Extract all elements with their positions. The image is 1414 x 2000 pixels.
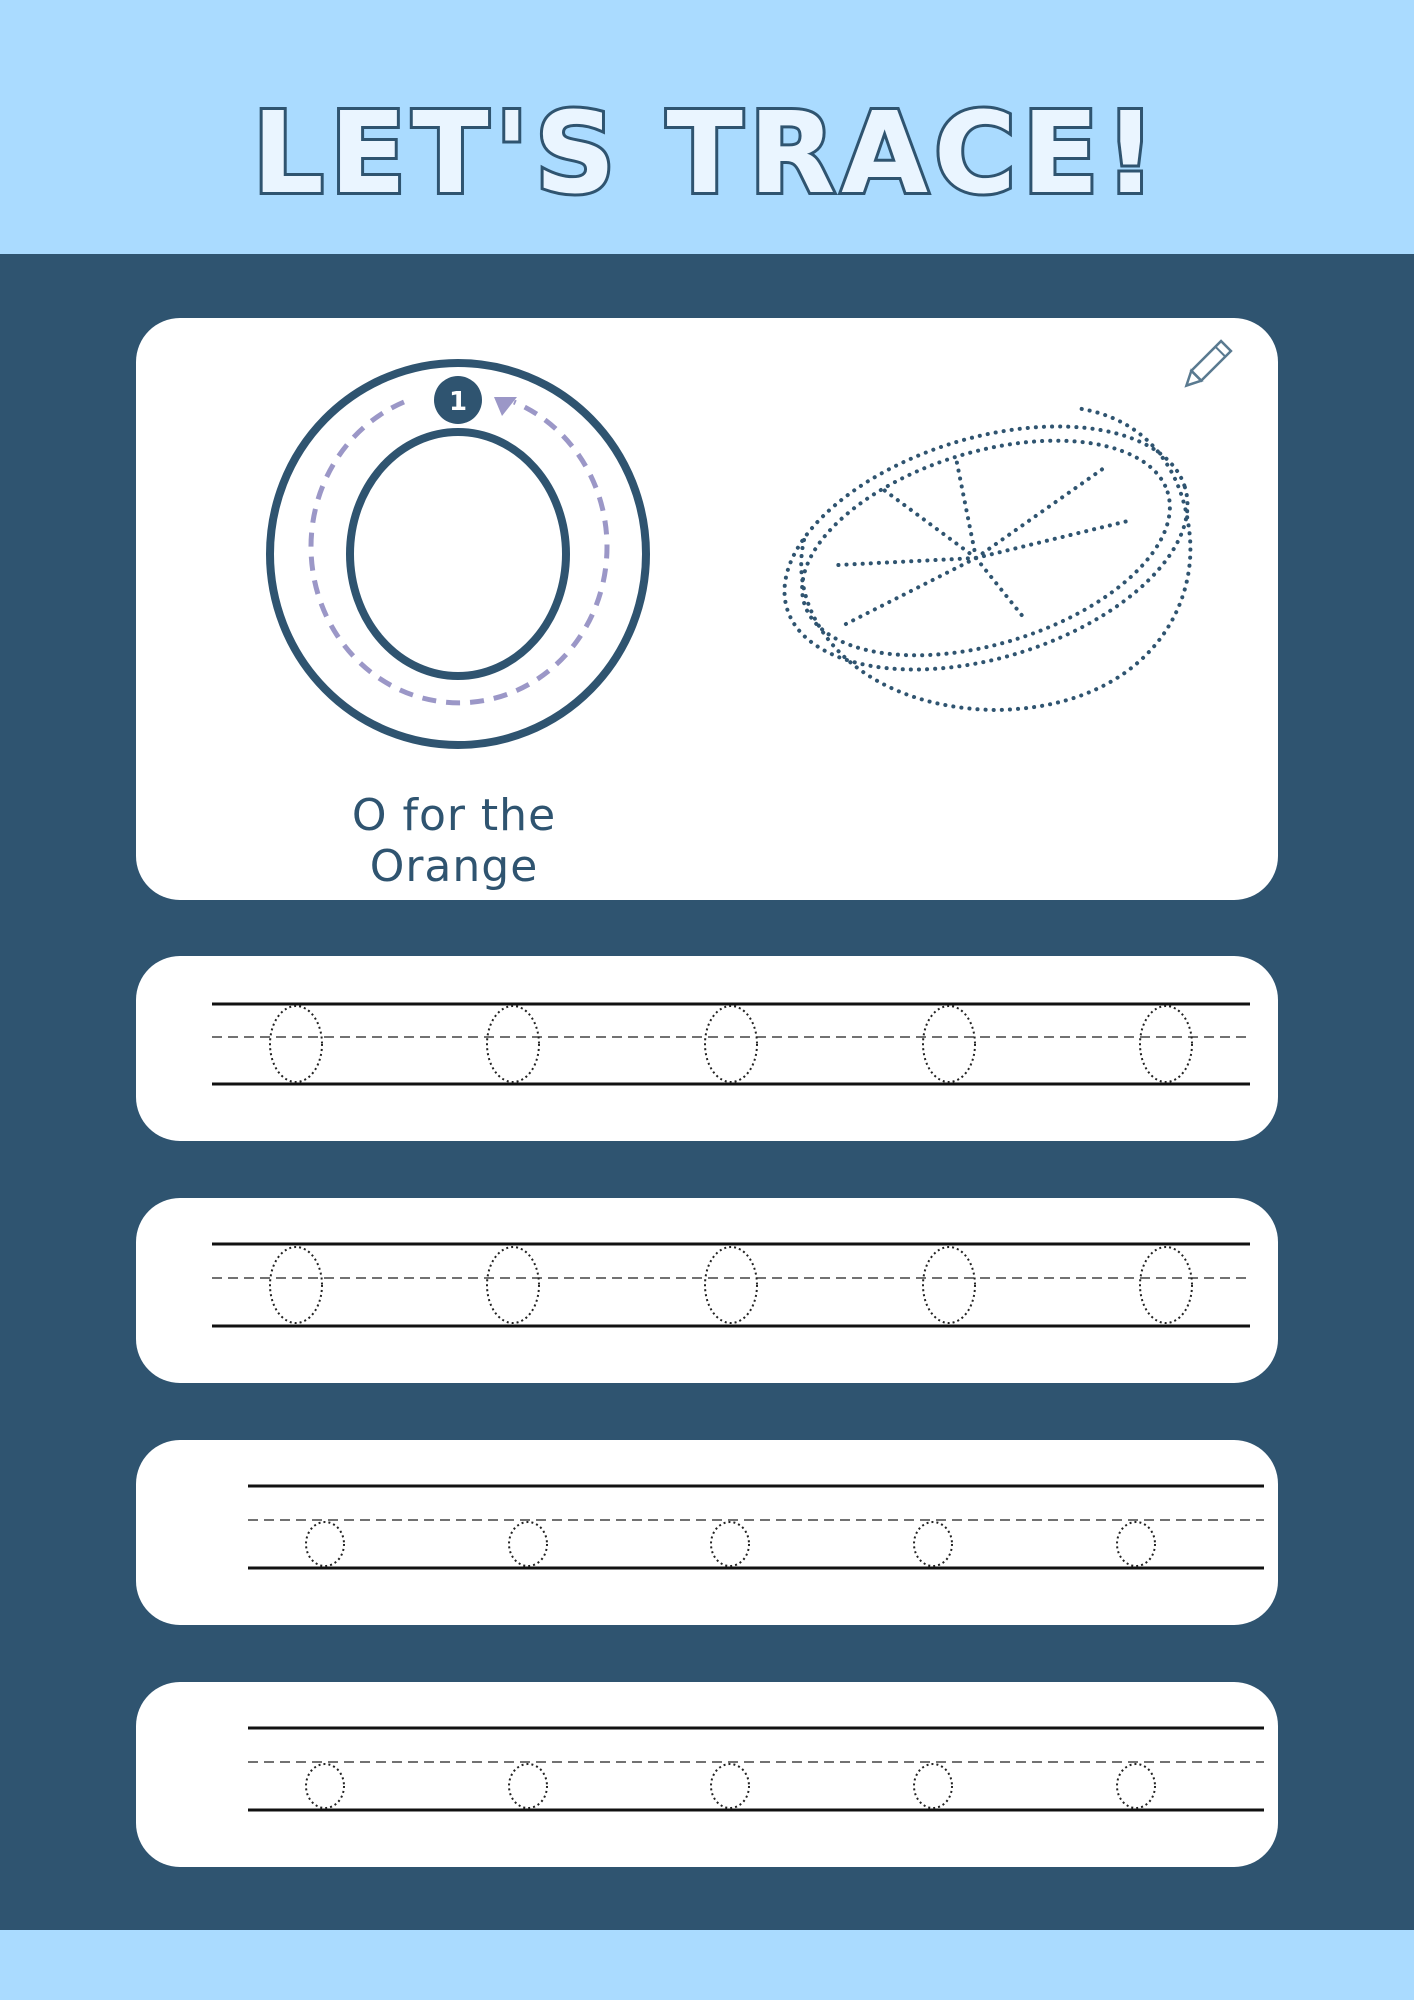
trace-letter[interactable] [922,1005,976,1083]
trace-letter[interactable] [913,1763,953,1809]
practice-row-uppercase-2 [136,1198,1278,1383]
svg-text:1: 1 [449,387,467,417]
letter-caption: O for the Orange [351,790,557,892]
trace-letter[interactable] [922,1246,976,1324]
arrow-icon [494,397,517,416]
trace-letter[interactable] [508,1763,548,1809]
trace-letter[interactable] [1116,1521,1156,1567]
trace-letter[interactable] [1116,1763,1156,1809]
trace-letter[interactable] [710,1521,750,1567]
trace-letter[interactable] [508,1521,548,1567]
page-header: LET'S TRACE! [0,0,1414,254]
writing-guide-lines [248,1726,1264,1812]
trace-letter[interactable] [305,1521,345,1567]
orange-illustration [782,406,1193,713]
trace-letter[interactable] [1139,1005,1193,1083]
trace-letter[interactable] [269,1246,323,1324]
practice-row-lowercase-1 [136,1440,1278,1625]
title-graphic: LET'S TRACE! [249,86,1161,222]
page-title: LET'S TRACE! [252,89,1161,219]
writing-guide-lines [248,1484,1264,1570]
writing-guide-lines [212,1002,1250,1086]
trace-letter[interactable] [704,1246,758,1324]
trace-letter[interactable] [486,1246,540,1324]
pencil-icon [1184,339,1233,388]
trace-letter[interactable] [486,1005,540,1083]
practice-row-lowercase-2 [136,1682,1278,1867]
practice-row-uppercase-1 [136,956,1278,1141]
trace-letter[interactable] [710,1763,750,1809]
page-footer [0,1930,1414,2000]
letter-card: 1 O for the Orange [136,318,1278,900]
trace-letter[interactable] [269,1005,323,1083]
trace-letter[interactable] [704,1005,758,1083]
stroke-number-badge: 1 [434,376,482,424]
writing-guide-lines [212,1242,1250,1328]
trace-letter[interactable] [913,1521,953,1567]
trace-letter[interactable] [305,1763,345,1809]
trace-letter[interactable] [1139,1246,1193,1324]
